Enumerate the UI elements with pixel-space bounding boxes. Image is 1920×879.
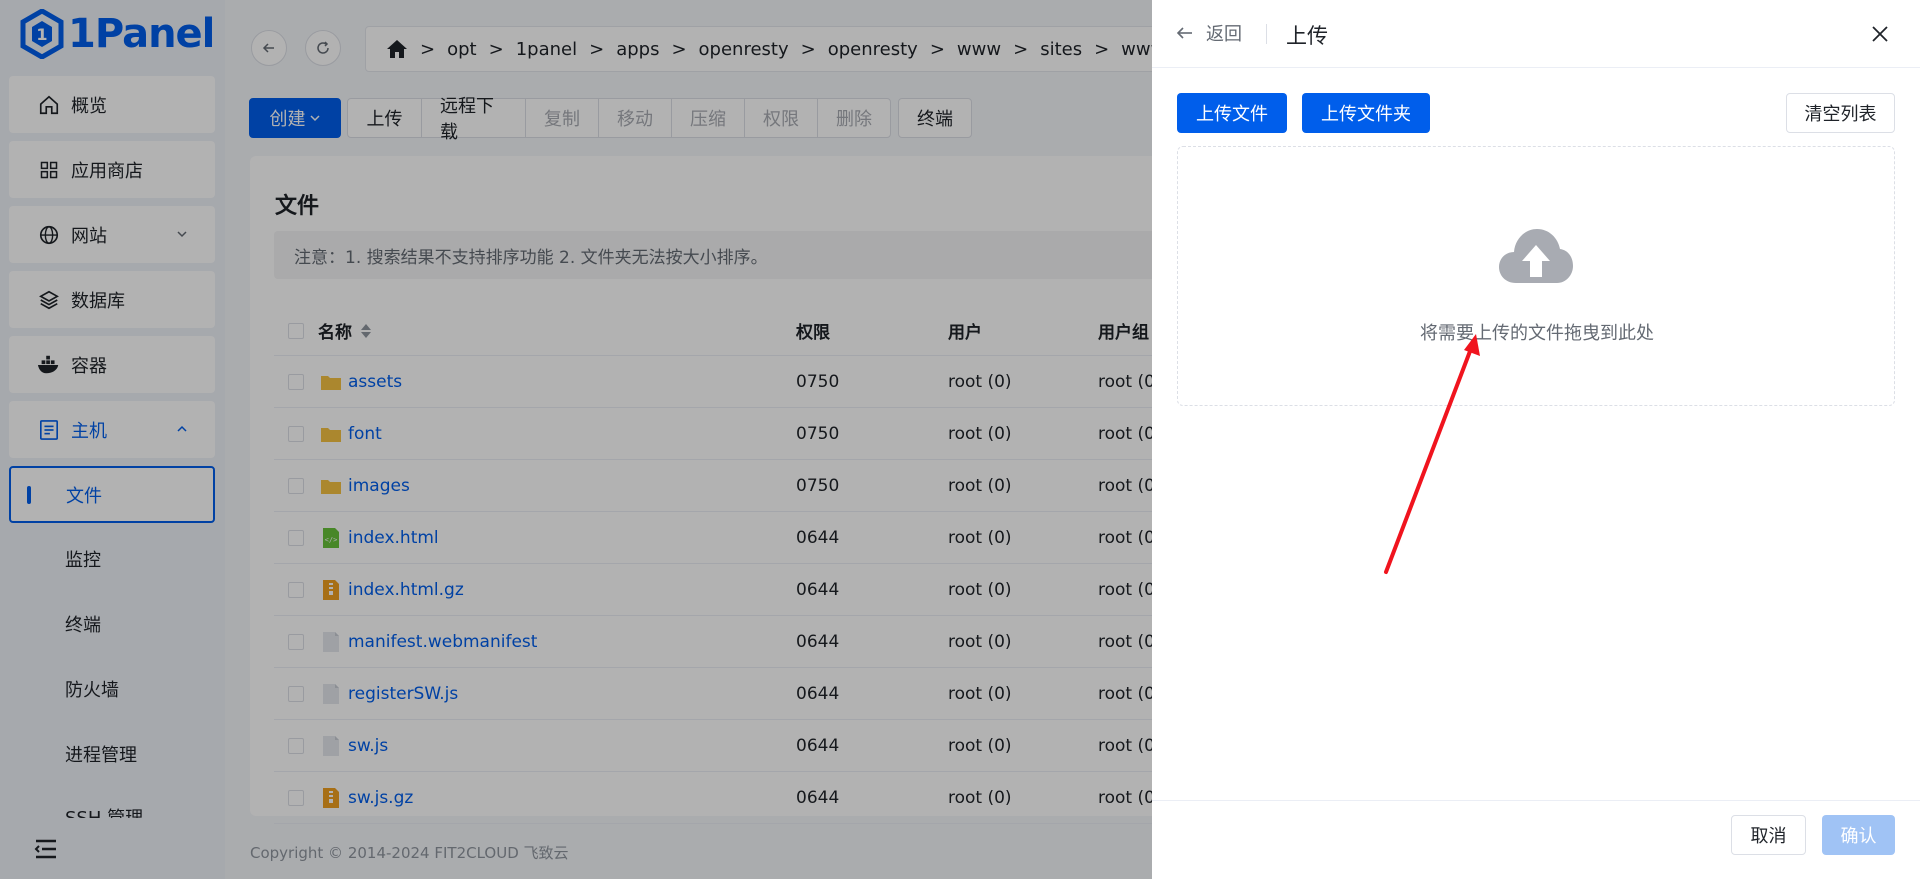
divider xyxy=(1266,24,1267,44)
dropzone-hint: 将需要上传的文件拖曳到此处 xyxy=(1420,323,1654,344)
drawer-header: 返回 上传 xyxy=(1152,0,1920,68)
upload-folder-button[interactable]: 上传文件夹 xyxy=(1302,93,1430,133)
drawer-back-button[interactable]: 返回 xyxy=(1176,20,1242,46)
confirm-button[interactable]: 确认 xyxy=(1822,815,1895,855)
arrow-left-icon xyxy=(1176,27,1192,39)
annotation-arrow xyxy=(1384,334,1480,574)
back-label: 返回 xyxy=(1206,24,1242,45)
upload-drawer: 返回 上传 上传文件 上传文件夹 清空列表 将需要上传的文件拖曳到此处 取消 确… xyxy=(1152,0,1920,879)
upload-dropzone[interactable]: 将需要上传的文件拖曳到此处 xyxy=(1177,146,1895,406)
upload-file-button[interactable]: 上传文件 xyxy=(1177,93,1287,133)
cancel-button[interactable]: 取消 xyxy=(1731,815,1806,855)
clear-list-button[interactable]: 清空列表 xyxy=(1786,93,1895,133)
cloud-upload-icon xyxy=(1499,229,1573,283)
drawer-title: 上传 xyxy=(1286,24,1328,48)
close-icon[interactable] xyxy=(1870,24,1890,44)
